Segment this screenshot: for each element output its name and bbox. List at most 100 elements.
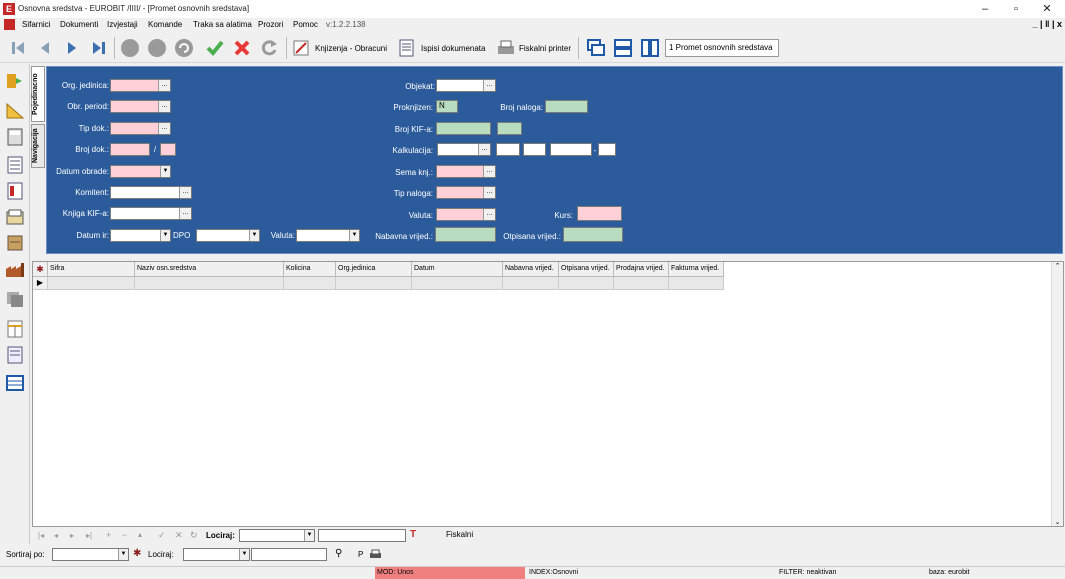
column-header-nabavna[interactable]: Nabavna vrijed. (503, 262, 559, 277)
edit-record-icon[interactable] (174, 38, 194, 58)
menu-komande[interactable]: Komande (148, 20, 182, 29)
datum-ir-field[interactable]: ▼ (110, 229, 171, 242)
menu-dokumenti[interactable]: Dokumenti (60, 20, 98, 29)
menu-pomoc[interactable]: Pomoc (293, 20, 318, 29)
ispisi-icon[interactable] (397, 38, 417, 58)
first-record-icon[interactable] (8, 38, 28, 58)
obr-period-lookup-button[interactable]: ... (158, 101, 170, 112)
close-button[interactable]: ✕ (1037, 2, 1057, 16)
nav-next-icon[interactable]: ▸ (70, 531, 74, 540)
table-document-icon[interactable] (5, 182, 25, 200)
komitent-lookup-button[interactable]: ... (179, 187, 191, 198)
confirm-check-icon[interactable] (205, 38, 225, 58)
kalkulacija-field-2[interactable] (496, 143, 520, 156)
valuta-lookup-button[interactable]: ... (483, 209, 495, 220)
valuta-field[interactable]: ... (436, 208, 496, 221)
insert-record-icon[interactable] (120, 38, 140, 58)
chevron-down-icon[interactable]: ▼ (118, 549, 128, 560)
tip-naloga-field[interactable]: ... (436, 186, 496, 199)
kalkulacija-field-5[interactable] (598, 143, 616, 156)
chevron-down-icon[interactable]: ▼ (239, 549, 249, 560)
ruler-triangle-icon[interactable] (5, 102, 25, 120)
table-cell[interactable] (503, 277, 559, 290)
tile-horizontal-icon[interactable] (613, 38, 633, 58)
nav-lociraj-input[interactable] (318, 529, 406, 542)
chevron-down-icon[interactable]: ▼ (249, 230, 259, 241)
row-indicator[interactable]: ▶ (33, 277, 48, 290)
cancel-x-icon[interactable] (232, 38, 252, 58)
stack-pages-icon[interactable] (5, 290, 25, 308)
column-header-naziv[interactable]: Naziv osn.sredstva (135, 262, 284, 277)
objekat-field[interactable]: ... (436, 79, 496, 92)
cascade-windows-icon[interactable] (586, 38, 606, 58)
report-icon[interactable] (5, 346, 25, 364)
column-header-datum[interactable]: Datum (412, 262, 503, 277)
sort-lociraj-select[interactable]: ▼ (183, 548, 250, 561)
sema-knj-field[interactable]: ... (436, 165, 496, 178)
table-cell[interactable] (412, 277, 503, 290)
delete-record-icon[interactable] (147, 38, 167, 58)
org-jedinica-field[interactable]: ... (110, 79, 171, 92)
inbox-tray-icon[interactable] (5, 208, 25, 226)
vertical-scrollbar[interactable]: ⌃ ⌄ (1051, 262, 1063, 526)
nav-lociraj-select[interactable]: ▼ (239, 529, 315, 542)
nav-refresh-icon[interactable]: ↻ (190, 530, 198, 541)
nav-cancel-icon[interactable]: ✕ (175, 530, 183, 541)
ispisi-button[interactable]: Ispisi dokumenata (421, 44, 485, 53)
grid-corner-icon[interactable]: ✱ (33, 262, 48, 277)
table-cell[interactable] (336, 277, 412, 290)
obr-period-field[interactable]: ... (110, 100, 171, 113)
binoculars-icon[interactable]: ⚲ (335, 548, 342, 559)
nav-last-icon[interactable]: ▸| (86, 531, 92, 540)
column-header-org-jedinica[interactable]: Org.jedinica (336, 262, 412, 277)
window-tab-promet[interactable]: 1 Promet osnovnih sredstava (665, 39, 779, 57)
menu-prozori[interactable]: Prozori (258, 20, 283, 29)
print-icon[interactable] (369, 549, 382, 560)
broj-dok-suffix-field[interactable] (160, 143, 176, 156)
kalkulacija-field-3[interactable] (523, 143, 546, 156)
tip-dok-lookup-button[interactable]: ... (158, 123, 170, 134)
calculator-icon[interactable] (5, 128, 25, 146)
valuta-left-field[interactable]: ▼ (296, 229, 360, 242)
filter-icon[interactable]: T (410, 529, 416, 540)
last-record-icon[interactable] (89, 38, 109, 58)
grid-table-icon[interactable] (5, 374, 25, 392)
minimize-button[interactable]: – (975, 2, 995, 16)
printer-icon[interactable] (496, 38, 516, 58)
scroll-up-icon[interactable]: ⌃ (1052, 262, 1063, 270)
sema-knj-lookup-button[interactable]: ... (483, 166, 495, 177)
factory-icon[interactable] (5, 261, 25, 279)
tab-navigacija[interactable]: Navigacija (31, 124, 45, 168)
nav-first-icon[interactable]: |◂ (38, 531, 44, 540)
mdi-controls[interactable]: _ | ǁ | x (1032, 19, 1062, 29)
tile-vertical-icon[interactable] (640, 38, 660, 58)
app-menu-icon[interactable] (4, 19, 15, 30)
table-cell[interactable] (614, 277, 669, 290)
restore-button[interactable]: ▫ (1006, 2, 1026, 16)
scroll-down-icon[interactable]: ⌄ (1052, 518, 1063, 526)
menu-sifarnici[interactable]: Sifarnici (22, 20, 50, 29)
nav-post-icon[interactable]: ✓ (158, 530, 166, 541)
tab-pojedinacno[interactable]: Pojedinacno (31, 66, 45, 122)
prev-record-icon[interactable] (35, 38, 55, 58)
chevron-down-icon[interactable]: ▼ (304, 530, 314, 541)
sortiraj-select[interactable]: ▼ (52, 548, 129, 561)
refresh-icon[interactable] (259, 38, 279, 58)
nav-delete-icon[interactable]: − (122, 530, 127, 540)
fiskalni-printer-button[interactable]: Fiskalni printer (519, 44, 571, 53)
nav-prev-icon[interactable]: ◂ (54, 531, 58, 540)
tip-naloga-lookup-button[interactable]: ... (483, 187, 495, 198)
column-header-sifra[interactable]: Sifra (48, 262, 135, 277)
sort-p-button[interactable]: P (358, 550, 363, 559)
exit-door-icon[interactable] (5, 72, 25, 90)
nav-edit-icon[interactable]: ▴ (138, 530, 142, 539)
menu-traka-sa-alatima[interactable]: Traka sa alatima (193, 20, 252, 29)
table-cell[interactable] (135, 277, 284, 290)
broj-dok-field[interactable] (110, 143, 150, 156)
column-header-kolicina[interactable]: Kolicina (284, 262, 336, 277)
chevron-down-icon[interactable]: ▼ (160, 166, 170, 177)
kurs-field[interactable] (577, 206, 622, 221)
menu-izvjestaji[interactable]: Izvjestaji (107, 20, 138, 29)
knjizenja-button[interactable]: Knjizenja - Obracuni (315, 44, 387, 53)
kalkulacija-lookup-button[interactable]: ... (478, 144, 490, 155)
